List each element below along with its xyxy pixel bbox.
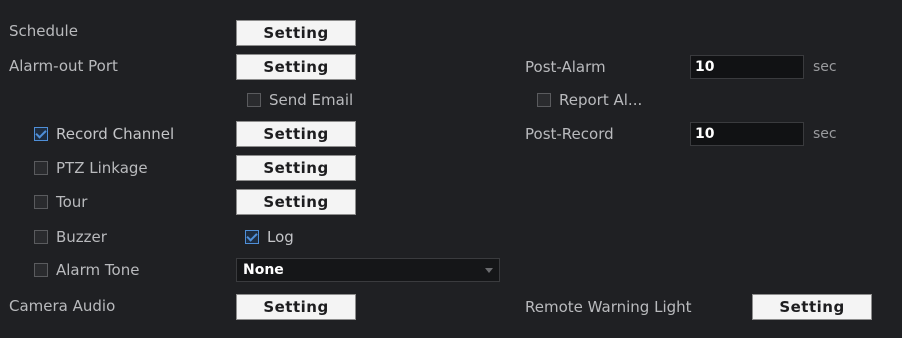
alarm-tone-checkbox[interactable] [34,263,48,277]
send-email-checkbox[interactable] [247,93,261,107]
post-alarm-label: Post-Alarm [525,58,606,76]
alarm-linkage-panel: Schedule Setting Alarm-out Port Setting … [0,0,902,338]
alarm-tone-value: None [243,262,284,278]
tour-label: Tour [56,193,88,211]
record-channel-checkbox[interactable] [34,127,48,141]
alarm-out-port-setting-button[interactable]: Setting [236,54,356,80]
log-checkbox[interactable] [245,230,259,244]
buzzer-checkbox[interactable] [34,230,48,244]
ptz-linkage-checkbox[interactable] [34,161,48,175]
alarm-out-port-label: Alarm-out Port [9,57,118,75]
post-alarm-input[interactable]: 10 [690,55,804,79]
log-checkbox-row[interactable]: Log [245,226,294,248]
schedule-setting-button[interactable]: Setting [236,20,356,46]
post-record-input[interactable]: 10 [690,122,804,146]
buzzer-label: Buzzer [56,228,107,246]
ptz-linkage-setting-button[interactable]: Setting [236,155,356,181]
chevron-down-icon [485,268,493,273]
alarm-tone-select[interactable]: None [236,258,500,282]
record-channel-label: Record Channel [56,125,175,143]
send-email-label: Send Email [269,91,354,109]
post-alarm-unit: sec [813,59,837,75]
camera-audio-setting-button[interactable]: Setting [236,294,356,320]
send-email-checkbox-row[interactable]: Send Email [247,89,353,111]
report-alarm-checkbox-row[interactable]: Report Al... [537,89,642,111]
post-record-label: Post-Record [525,125,614,143]
ptz-linkage-checkbox-row[interactable]: PTZ Linkage [34,157,148,179]
ptz-linkage-label: PTZ Linkage [56,159,148,177]
remote-warning-light-label: Remote Warning Light [525,298,692,316]
log-label: Log [267,228,294,246]
buzzer-checkbox-row[interactable]: Buzzer [34,226,107,248]
remote-warning-light-setting-button[interactable]: Setting [752,294,872,320]
record-channel-checkbox-row[interactable]: Record Channel [34,123,174,145]
tour-setting-button[interactable]: Setting [236,189,356,215]
post-record-unit: sec [813,126,837,142]
report-alarm-label: Report Al... [559,91,643,109]
camera-audio-label: Camera Audio [9,297,116,315]
record-channel-setting-button[interactable]: Setting [236,121,356,147]
report-alarm-checkbox[interactable] [537,93,551,107]
tour-checkbox-row[interactable]: Tour [34,191,87,213]
schedule-label: Schedule [9,22,78,40]
tour-checkbox[interactable] [34,195,48,209]
alarm-tone-checkbox-row[interactable]: Alarm Tone [34,259,139,281]
alarm-tone-label: Alarm Tone [56,261,140,279]
